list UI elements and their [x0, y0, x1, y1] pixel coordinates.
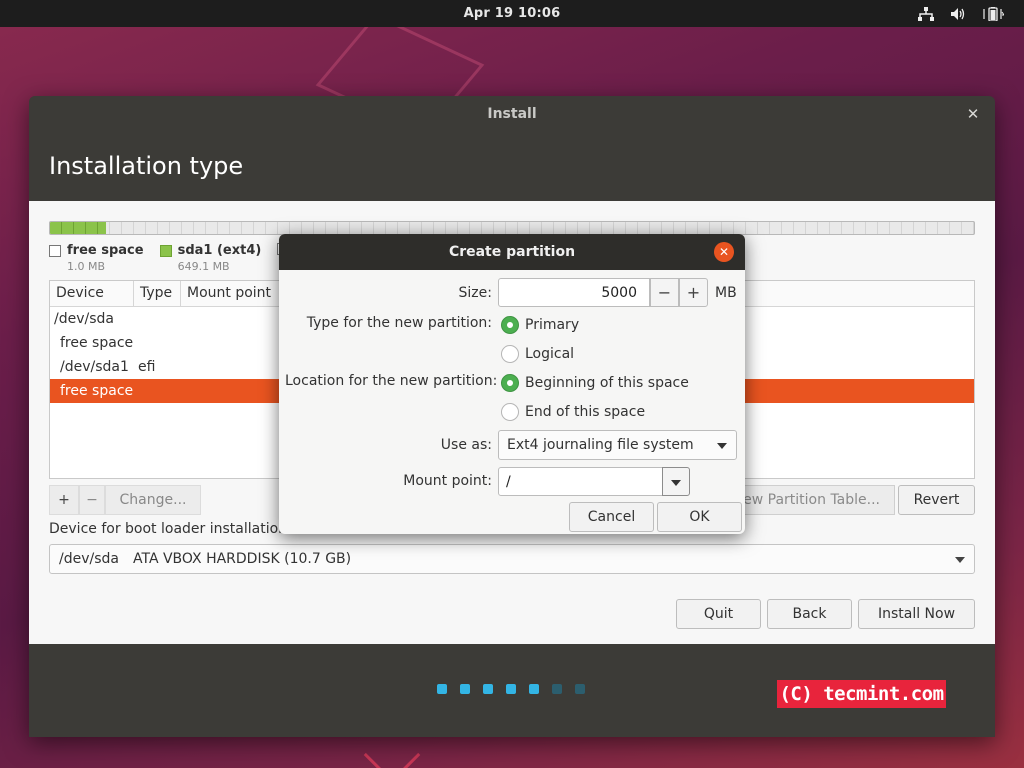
legend-item-sda1: sda1 (ext4) 649.1 MB: [159, 243, 262, 273]
use-as-label: Use as:: [440, 437, 492, 453]
size-increment-button[interactable]: +: [679, 278, 708, 307]
page-title: Installation type: [49, 152, 244, 180]
radio-end[interactable]: End of this space: [501, 403, 645, 421]
legend-swatch: [49, 244, 61, 257]
mount-point-dropdown-button[interactable]: [662, 467, 690, 496]
create-partition-dialog: Create partition ✕ Size: 5000 − + MB Typ…: [279, 234, 745, 534]
legend-item-free-space: free space 1.0 MB: [49, 243, 144, 273]
partition-type-label: Type for the new partition:: [306, 315, 492, 331]
row-type: efi: [138, 359, 156, 375]
legend-label: free space: [67, 243, 144, 258]
ok-button[interactable]: OK: [657, 502, 742, 532]
partition-tools: + − Change...: [49, 485, 201, 515]
chevron-down-icon: [717, 443, 727, 449]
radio-label: End of this space: [525, 404, 646, 420]
bootloader-select[interactable]: /dev/sda ATA VBOX HARDDISK (10.7 GB): [49, 544, 975, 574]
top-bar: Apr 19 10:06: [0, 0, 1024, 27]
back-button[interactable]: Back: [767, 599, 852, 629]
size-label: Size:: [458, 285, 492, 301]
progress-dot: [552, 684, 562, 694]
watermark-logo: (C) tecmint.com: [777, 680, 946, 708]
radio-label: Primary: [525, 317, 580, 333]
network-icon[interactable]: [918, 6, 934, 21]
quit-button[interactable]: Quit: [676, 599, 761, 629]
row-device: free space: [60, 383, 134, 399]
clock[interactable]: Apr 19 10:06: [464, 6, 561, 21]
size-decrement-button[interactable]: −: [650, 278, 679, 307]
volume-icon[interactable]: [950, 7, 966, 21]
row-device: free space: [60, 335, 134, 351]
radio-logical[interactable]: Logical: [501, 345, 574, 363]
dialog-titlebar[interactable]: Create partition: [279, 234, 745, 270]
remove-partition-button[interactable]: −: [79, 485, 105, 515]
dialog-title: Create partition: [448, 244, 576, 260]
row-device: /dev/sda1: [60, 359, 129, 375]
size-unit: MB: [715, 285, 737, 301]
chevron-down-icon: [671, 480, 681, 486]
use-as-select[interactable]: Ext4 journaling file system: [498, 430, 737, 460]
radio-unchecked-icon[interactable]: [501, 345, 519, 363]
battery-icon[interactable]: [982, 6, 1004, 21]
location-label: Location for the new partition:: [285, 373, 498, 389]
legend-size: 1.0 MB: [67, 260, 106, 273]
column-header-type[interactable]: Type: [134, 281, 181, 306]
radio-unchecked-icon[interactable]: [501, 403, 519, 421]
radio-label: Logical: [525, 346, 575, 362]
window-titlebar[interactable]: Install: [29, 96, 995, 132]
system-tray[interactable]: [918, 0, 1004, 27]
close-icon[interactable]: ✕: [714, 242, 734, 262]
cancel-button[interactable]: Cancel: [569, 502, 654, 532]
disk-usage-bar: [49, 221, 975, 235]
row-device: /dev/sda: [54, 311, 114, 327]
change-partition-button[interactable]: Change...: [105, 485, 201, 515]
progress-dot: [483, 684, 493, 694]
chevron-down-icon: [955, 557, 965, 563]
add-partition-button[interactable]: +: [49, 485, 79, 515]
mount-point-input[interactable]: /: [498, 467, 663, 496]
legend-size: 649.1 MB: [177, 260, 230, 273]
close-icon[interactable]: ✕: [965, 106, 981, 122]
progress-dot: [575, 684, 585, 694]
radio-checked-icon[interactable]: [501, 374, 519, 392]
revert-button[interactable]: Revert: [898, 485, 975, 515]
bootloader-description: ATA VBOX HARDDISK (10.7 GB): [132, 551, 352, 567]
bootloader-device: /dev/sda: [59, 551, 119, 567]
mount-point-label: Mount point:: [403, 473, 492, 489]
new-partition-table-button[interactable]: New Partition Table...: [729, 485, 895, 515]
bootloader-label: Device for boot loader installation:: [49, 521, 292, 537]
legend-label: sda1 (ext4): [177, 243, 262, 258]
radio-primary[interactable]: Primary: [501, 316, 579, 334]
progress-dots: [437, 684, 585, 694]
window-title: Install: [487, 106, 537, 122]
radio-beginning[interactable]: Beginning of this space: [501, 374, 689, 392]
column-header-device[interactable]: Device: [50, 281, 134, 306]
progress-dot: [460, 684, 470, 694]
progress-dot: [437, 684, 447, 694]
install-now-button[interactable]: Install Now: [858, 599, 975, 629]
size-input[interactable]: 5000: [498, 278, 650, 307]
legend-swatch: [159, 244, 172, 257]
disk-used-segment: [50, 222, 106, 234]
use-as-value: Ext4 journaling file system: [507, 437, 694, 453]
radio-checked-icon[interactable]: [501, 316, 519, 334]
progress-dot: [529, 684, 539, 694]
progress-dot: [506, 684, 516, 694]
radio-label: Beginning of this space: [525, 375, 689, 391]
disk-legend: free space 1.0 MB sda1 (ext4) 649.1 MB: [49, 243, 295, 273]
